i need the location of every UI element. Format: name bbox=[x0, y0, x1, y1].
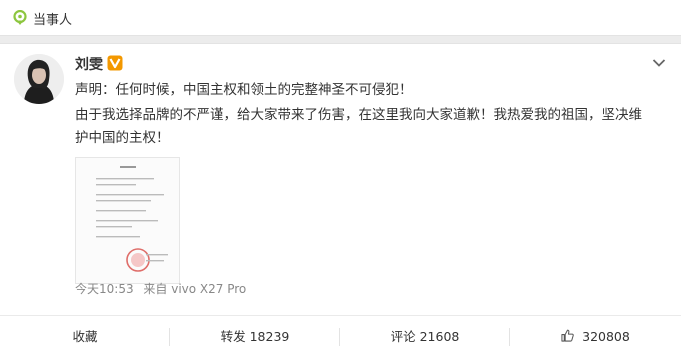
chevron-down-icon[interactable] bbox=[652, 58, 666, 68]
post-text-line-2: 由于我选择品牌的不严谨，给大家带来了伤害，在这里我向大家道歉！我热爱我的祖国，坚… bbox=[75, 107, 642, 123]
like-button[interactable]: 320808 bbox=[510, 316, 681, 356]
statement-image-thumbnail[interactable] bbox=[75, 157, 180, 284]
forward-label: 转发 18239 bbox=[220, 329, 290, 344]
post-time[interactable]: 今天10:53 bbox=[75, 282, 134, 296]
verified-v-icon bbox=[107, 55, 123, 71]
post-source: 来自 vivo X27 Pro bbox=[143, 282, 247, 296]
avatar[interactable] bbox=[14, 54, 64, 104]
statement-document-image bbox=[76, 158, 179, 283]
avatar-portrait-icon bbox=[14, 54, 64, 104]
username[interactable]: 刘雯 bbox=[75, 54, 103, 74]
favorite-label: 收藏 bbox=[72, 329, 98, 344]
forward-button[interactable]: 转发 18239 bbox=[170, 316, 340, 356]
like-count: 320808 bbox=[582, 329, 630, 344]
comment-label: 评论 21608 bbox=[390, 329, 460, 344]
weibo-post-card: 刘雯 声明：任何时候，中国主权和领土的完整神圣不可侵犯！ 由于我选择品牌的不严谨… bbox=[0, 43, 681, 356]
action-bar: 收藏 转发 18239 评论 21608 320808 bbox=[0, 315, 681, 356]
post-text-line-1: 声明：任何时候，中国主权和领土的完整神圣不可侵犯！ bbox=[75, 82, 413, 98]
comment-button[interactable]: 评论 21608 bbox=[340, 316, 510, 356]
topic-header: 当事人 bbox=[0, 0, 681, 36]
thumbs-up-icon bbox=[561, 329, 574, 342]
post-text-line-3: 护中国的主权！ bbox=[75, 130, 170, 146]
favorite-button[interactable]: 收藏 bbox=[0, 316, 170, 356]
topic-label[interactable]: 当事人 bbox=[33, 9, 72, 28]
post-meta: 今天10:53 来自 vivo X27 Pro bbox=[75, 280, 252, 297]
location-pin-icon bbox=[13, 10, 27, 25]
